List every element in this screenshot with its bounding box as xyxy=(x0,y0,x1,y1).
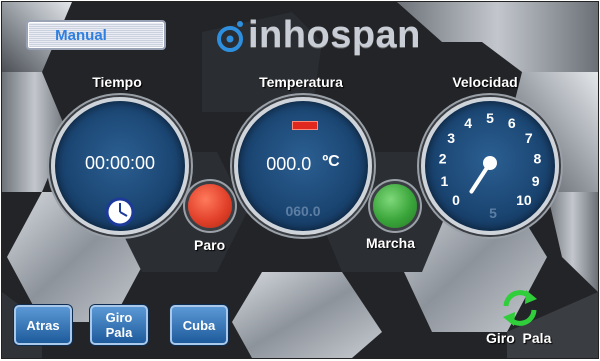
tiempo-title: Tiempo xyxy=(92,74,142,90)
company-logo: inhospan xyxy=(214,14,421,57)
heater-indicator xyxy=(292,121,318,130)
scale-label-2: 2 xyxy=(439,150,447,166)
giro-pala-status-label: Giro Pala xyxy=(486,330,552,346)
temperatura-reading: 000.0 ºC xyxy=(238,153,368,175)
giro-pala-label: Giro Pala xyxy=(105,310,133,340)
temperatura-unit: ºC xyxy=(322,153,340,170)
temperatura-value: 000.0 xyxy=(266,154,312,174)
cuba-label: Cuba xyxy=(182,317,216,333)
manual-mode-button[interactable]: Manual xyxy=(26,20,166,50)
atras-label: Atras xyxy=(26,317,60,333)
rotation-icon xyxy=(503,290,537,326)
manual-mode-label: Manual xyxy=(55,26,107,44)
scale-label-6: 6 xyxy=(508,115,516,131)
paro-button[interactable] xyxy=(188,184,232,228)
velocidad-dial: 0 1 2 3 4 5 6 7 8 9 10 5 xyxy=(421,97,559,235)
scale-label-1: 1 xyxy=(440,173,448,189)
logo-text: inhospan xyxy=(248,14,421,56)
clock-icon xyxy=(105,197,135,227)
scale-label-10: 10 xyxy=(516,192,532,208)
temperatura-dial: 000.0 ºC 060.0 xyxy=(234,97,372,235)
tiempo-value: 00:00:00 xyxy=(84,153,156,173)
paro-label: Paro xyxy=(194,237,226,253)
scale-label-8: 8 xyxy=(534,150,542,166)
velocidad-title: Velocidad xyxy=(452,74,518,90)
scale-label-9: 9 xyxy=(532,173,540,189)
tiempo-dial: 00:00:00 xyxy=(51,97,189,235)
marcha-button[interactable] xyxy=(373,184,417,228)
cuba-button[interactable]: Cuba xyxy=(170,305,228,345)
temperatura-title: Temperatura xyxy=(259,74,343,90)
marcha-label: Marcha xyxy=(366,235,416,251)
hmi-screen: Manual inhospan Tiempo 00:00:00 Temperat… xyxy=(1,1,599,359)
scale-label-4: 4 xyxy=(464,115,472,131)
giro-pala-button[interactable]: Giro Pala xyxy=(90,305,148,345)
scale-label-3: 3 xyxy=(447,130,455,146)
scale-label-7: 7 xyxy=(525,130,533,146)
needle-hub xyxy=(483,156,497,170)
logo-mark-icon xyxy=(217,20,243,52)
scale-label-5: 5 xyxy=(486,110,494,126)
temperatura-setpoint: 060.0 xyxy=(285,203,321,219)
atras-button[interactable]: Atras xyxy=(14,305,72,345)
scale-label-0: 0 xyxy=(452,192,460,208)
velocidad-current-value: 5 xyxy=(489,205,497,221)
